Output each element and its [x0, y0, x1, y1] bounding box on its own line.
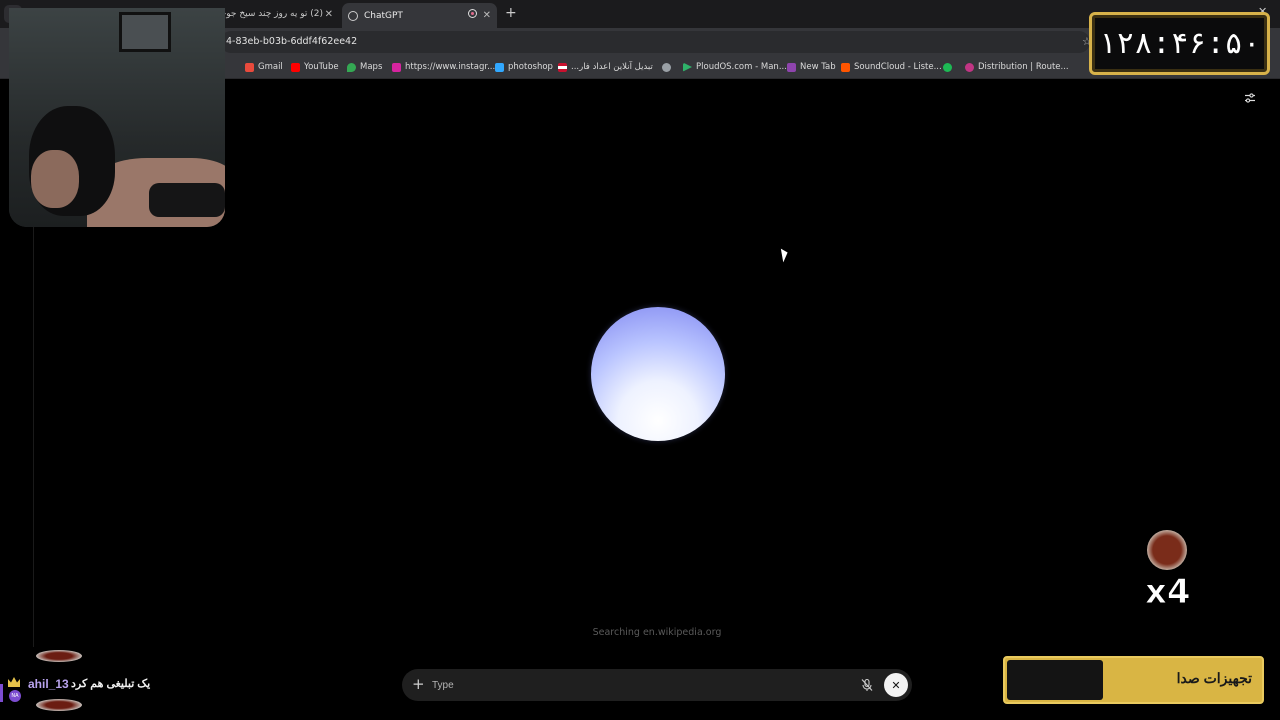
bookmark-label: PloudOS.com - Man... [696, 62, 787, 72]
sound-equipment-label: تجهیزات صدا [1176, 670, 1252, 686]
instagram-icon [392, 62, 401, 72]
bookmark-label: Gmail [258, 62, 283, 72]
chat-message: NA ahil_13 یک تبلیغی هم کرد [0, 646, 170, 716]
bookmark-label: https://www.instagr... [405, 62, 496, 72]
url-text[interactable]: 4-83eb-b03b-6ddf4f62ee42 [226, 36, 357, 47]
kebab-plate-icon [1147, 530, 1187, 570]
chatgpt-icon [348, 10, 358, 21]
bookmark-distribution[interactable]: Distribution | Route... [965, 61, 1069, 73]
flag-icon [558, 62, 567, 72]
ploudos-icon [683, 62, 692, 72]
panel-dark-area [1007, 660, 1103, 700]
bookmark-soundcloud[interactable]: SoundCloud - Liste... [841, 61, 942, 73]
stream-timer: ۱۲۸:۴۶:۵۰ [1089, 12, 1270, 75]
chat-accent-bar [0, 684, 3, 702]
new-tab-button[interactable]: + [505, 5, 517, 21]
mic-muted-icon[interactable] [860, 678, 874, 692]
tab-label: ChatGPT [364, 10, 403, 21]
recording-icon [468, 9, 477, 18]
sound-equipment-panel: تجهیزات صدا [1003, 656, 1264, 704]
bookmark-label: photoshop [508, 62, 553, 72]
close-icon: ✕ [891, 678, 901, 692]
chat-text: یک تبلیغی هم کرد [71, 678, 151, 690]
bookmark-youtube[interactable]: YouTube [291, 61, 339, 73]
bookmark-label: تبدیل آنلاین اعداد فار... [571, 62, 653, 72]
bookmark-label: SoundCloud - Liste... [854, 62, 942, 72]
mouse-cursor-icon [780, 247, 790, 263]
plus-icon[interactable]: + [412, 675, 425, 693]
bookmark-label: New Tab [800, 62, 836, 72]
divider [33, 227, 34, 647]
microphone-shape [149, 183, 225, 217]
kebab-dish-icon [36, 650, 82, 662]
bookmark-gmail[interactable]: Gmail [245, 61, 283, 73]
tab-label: (2) تو یه روز چند سیخ جوجه کباب [211, 9, 323, 19]
bookmark-ploudos[interactable]: PloudOS.com - Man... [683, 61, 787, 73]
settings-sliders-icon[interactable] [1244, 92, 1256, 104]
soundcloud-icon [841, 62, 850, 72]
spotify-icon [943, 62, 952, 72]
close-icon[interactable]: ✕ [483, 10, 491, 21]
bookmark-spotify[interactable] [943, 61, 956, 73]
youtube-icon [291, 62, 300, 72]
gmail-icon [245, 62, 254, 72]
end-voice-button[interactable]: ✕ [884, 673, 908, 697]
newtab-icon [787, 62, 796, 72]
bookmark-number-converter[interactable]: تبدیل آنلاین اعداد فار... [558, 61, 653, 73]
bookmark-maps[interactable]: Maps [347, 61, 382, 73]
user-badge: NA [9, 690, 21, 702]
photoshop-icon [495, 62, 504, 72]
maps-icon [347, 62, 356, 72]
crown-icon [8, 677, 20, 687]
tab-video[interactable]: (2) تو یه روز چند سیخ جوجه کباب ✕ [205, 3, 339, 25]
close-icon[interactable]: ✕ [325, 9, 333, 20]
bookmark-globe[interactable] [662, 61, 675, 73]
type-input[interactable] [432, 676, 842, 694]
bookmark-newtab[interactable]: New Tab [787, 61, 836, 73]
bookmark-label: Distribution | Route... [978, 62, 1069, 72]
multiplier-label: x4 [1145, 572, 1192, 613]
badge-text: NA [11, 693, 19, 699]
globe-icon [662, 62, 671, 72]
chat-username: ahil_13 [28, 677, 69, 691]
bookmark-photoshop[interactable]: photoshop [495, 61, 553, 73]
bookmark-instagram[interactable]: https://www.instagr... [392, 61, 495, 73]
voice-orb [591, 307, 725, 441]
webcam-overlay [9, 8, 225, 227]
multiplier-overlay: x4 [1133, 522, 1203, 614]
voice-status: Searching en.wikipedia.org [592, 627, 722, 638]
timer-text: ۱۲۸:۴۶:۵۰ [1098, 26, 1261, 61]
wall-frame [119, 12, 171, 52]
webcam-face [31, 150, 79, 208]
kebab-dish-icon [36, 699, 82, 711]
distribution-icon [965, 62, 974, 72]
bookmark-label: Maps [360, 62, 383, 72]
bookmark-label: YouTube [304, 62, 339, 72]
